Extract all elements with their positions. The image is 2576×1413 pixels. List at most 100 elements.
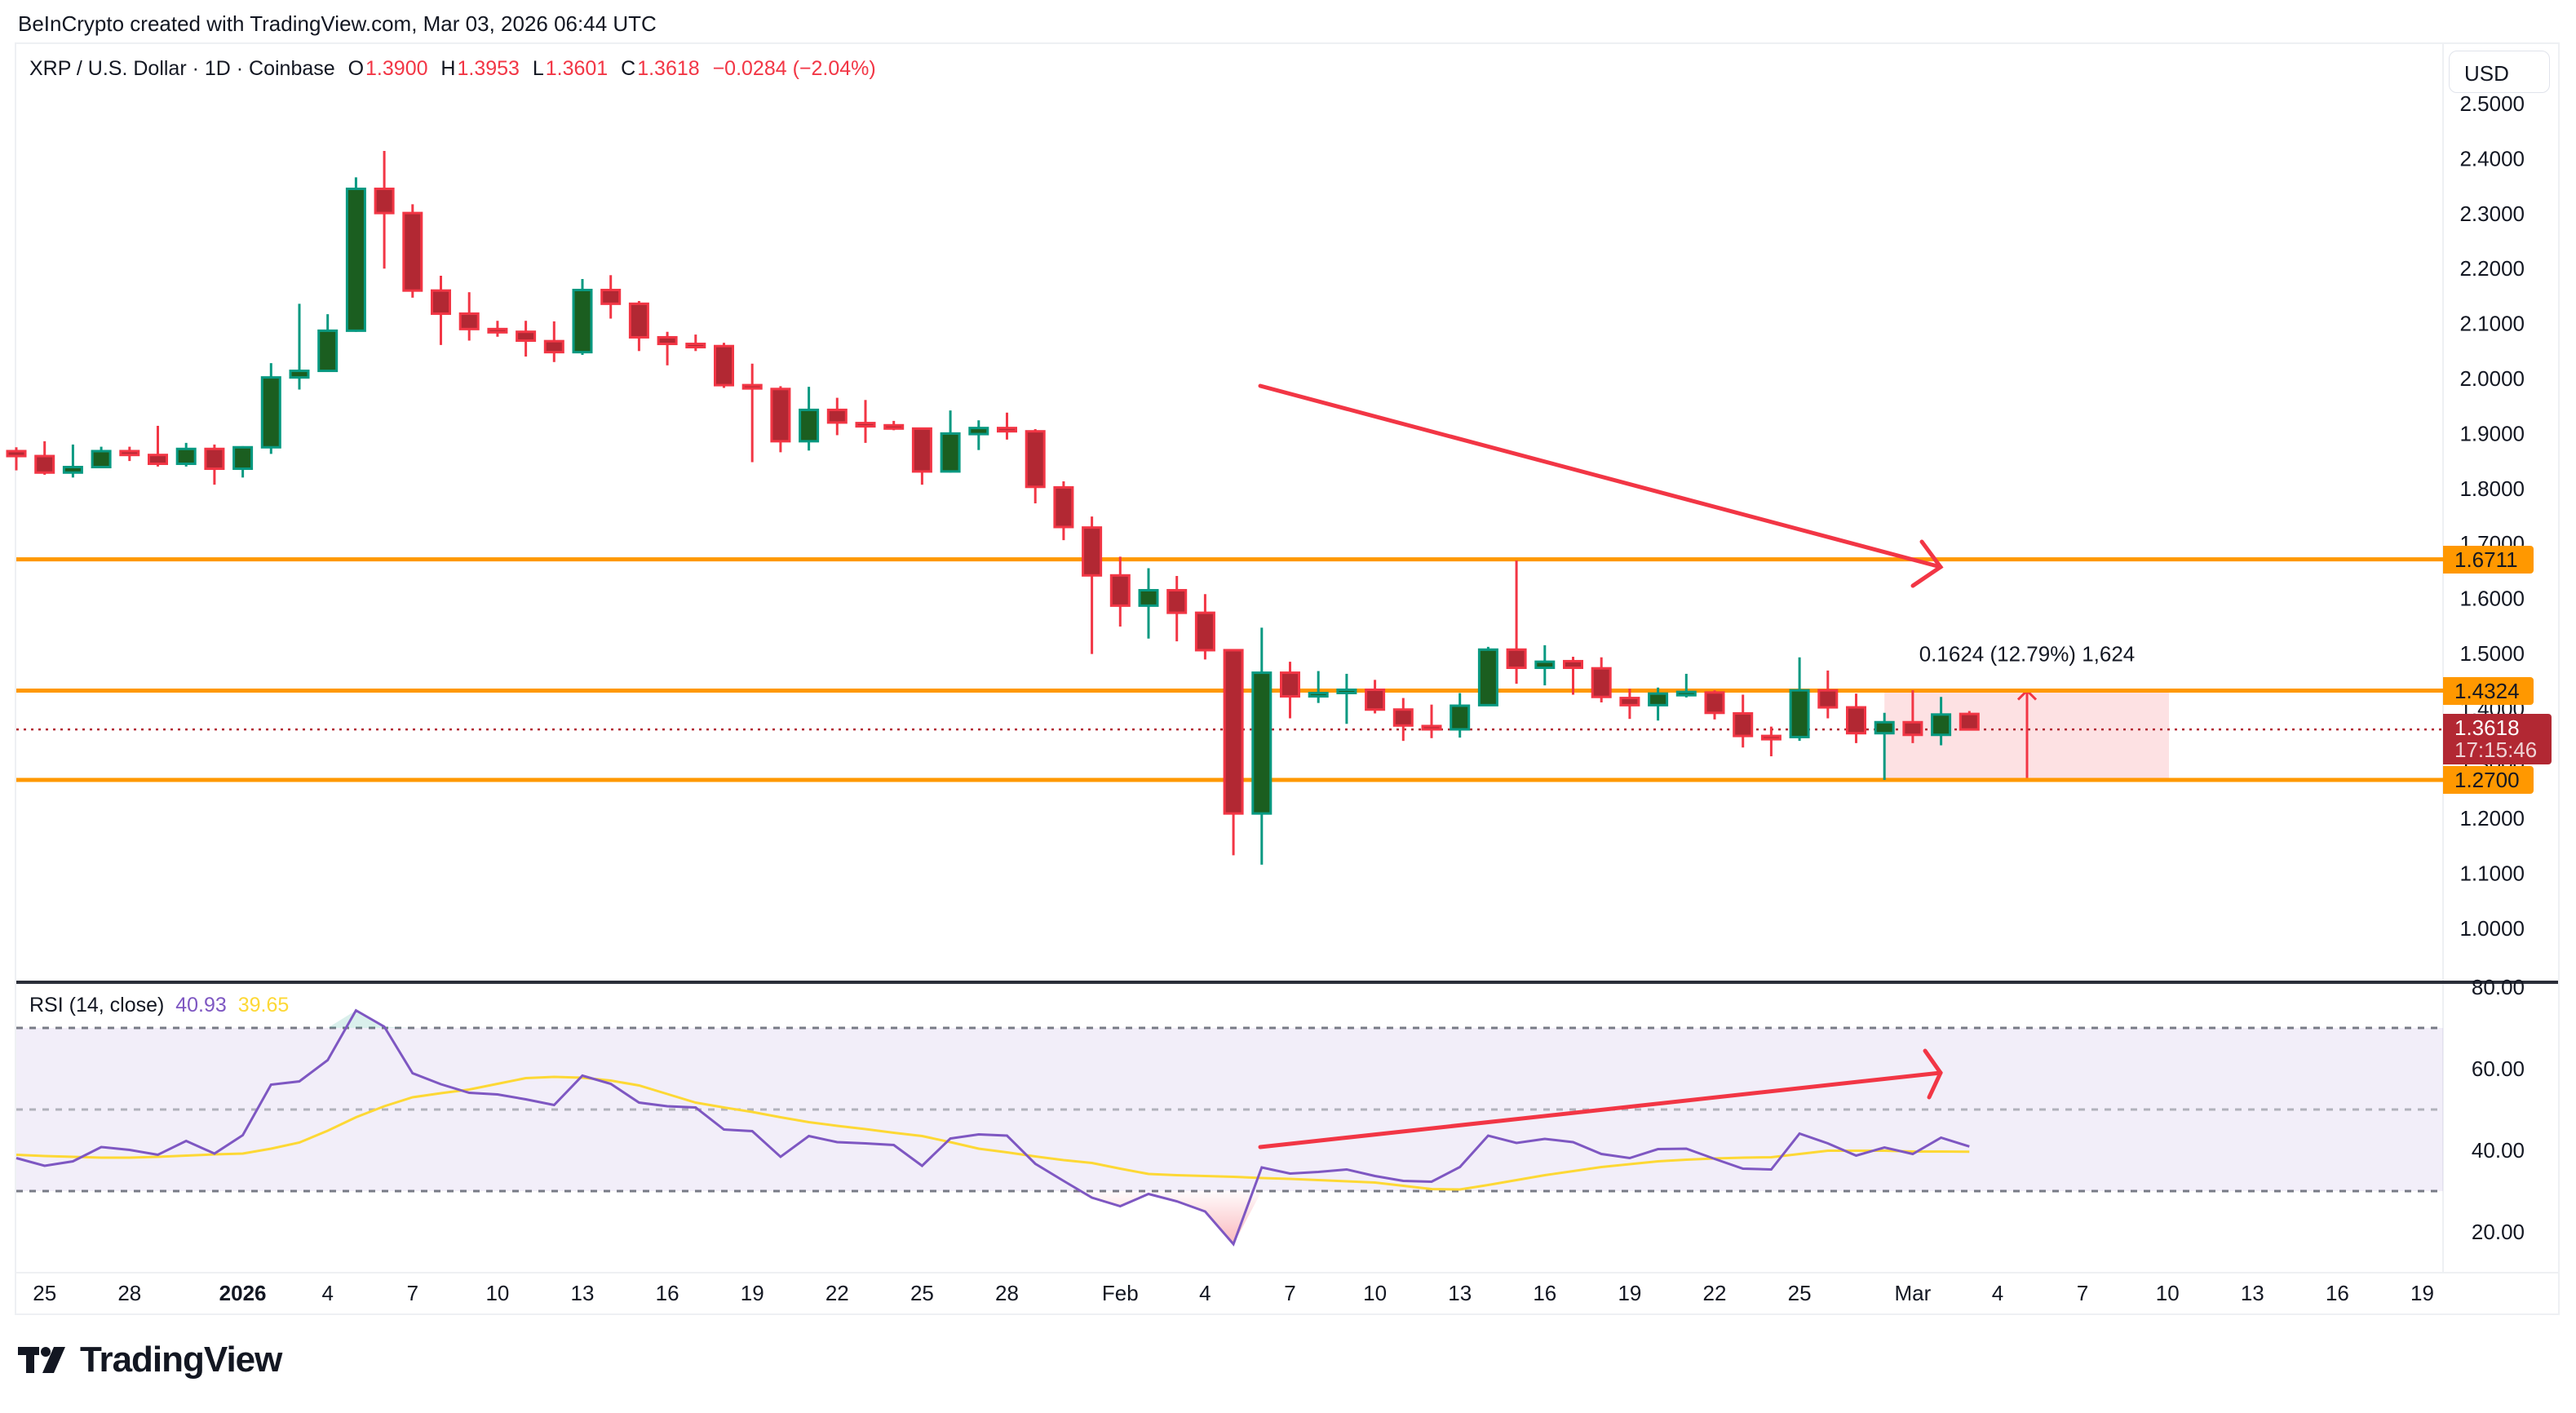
price-tick-label: 2.3000 <box>2459 202 2525 226</box>
time-tick-label: 25 <box>33 1281 56 1305</box>
rsi-ma-value: 39.65 <box>238 994 290 1017</box>
price-label: 1.6711 <box>2454 549 2534 571</box>
time-tick-label: 7 <box>2077 1281 2088 1305</box>
time-tick-label: 13 <box>571 1281 595 1305</box>
rsi-title: RSI (14, close) <box>29 994 164 1017</box>
price-tick-label: 2.4000 <box>2459 146 2525 171</box>
rsi-tick-label: 40.00 <box>2472 1138 2525 1163</box>
price-axis: 2.50002.40002.30002.20002.10002.00001.90… <box>2459 91 2525 941</box>
candle-body <box>319 330 337 370</box>
high-value: 1.3953 <box>457 57 519 80</box>
tradingview-logo[interactable]: TradingView <box>18 1340 281 1380</box>
candle-body <box>1309 693 1327 697</box>
candle-body <box>460 313 478 329</box>
currency-button[interactable]: USD <box>2449 51 2550 93</box>
candle-body <box>489 329 507 332</box>
close-label: C <box>621 57 635 80</box>
candle-up <box>1790 658 1808 741</box>
price-label: 1.3618 <box>2454 717 2552 739</box>
symbol-title: XRP / U.S. Dollar · 1D · Coinbase <box>29 57 335 80</box>
candle-body <box>1932 715 1950 735</box>
price-range-measure[interactable]: 0.1624 (12.79%) 1,624 <box>1884 642 2169 780</box>
candle-body <box>121 451 139 455</box>
candle-body <box>687 344 705 348</box>
candle-body <box>1536 662 1554 667</box>
candle-down <box>1960 711 1978 731</box>
candle-body <box>290 371 308 378</box>
open-label: O <box>348 57 364 80</box>
price-tick-label: 1.2000 <box>2459 806 2525 831</box>
rsi-value: 40.93 <box>175 994 227 1017</box>
candle-down <box>404 204 422 298</box>
candle-up <box>92 447 110 467</box>
time-tick-label: 16 <box>656 1281 679 1305</box>
candle-body <box>1140 590 1157 605</box>
level-price-tag: 1.2700 <box>2443 766 2534 794</box>
candle-down <box>998 413 1016 440</box>
candle-up <box>1338 674 1356 724</box>
candle-body <box>1281 673 1299 697</box>
candlestick-series <box>7 151 1978 865</box>
candle-body <box>772 389 790 441</box>
time-tick-label: Mar <box>1895 1281 1932 1305</box>
candle-body <box>630 303 648 337</box>
price-downtrend-arrow[interactable] <box>1260 386 1941 586</box>
candle-body <box>1848 707 1866 733</box>
candle-down <box>1848 693 1866 743</box>
candle-body <box>404 213 422 290</box>
candle-body <box>1253 673 1271 814</box>
candle-body <box>1168 590 1186 613</box>
logo-text: TradingView <box>80 1340 281 1380</box>
candle-body <box>1451 706 1469 729</box>
chart-canvas[interactable]: 2.50002.40002.30002.20002.10002.00001.90… <box>0 0 2576 1413</box>
time-tick-label: 10 <box>1363 1281 1387 1305</box>
candle-body <box>1338 689 1356 693</box>
candle-down <box>1281 662 1299 718</box>
candle-up <box>941 410 959 472</box>
high-label: H <box>440 57 455 80</box>
candle-down <box>1111 556 1129 627</box>
candle-up <box>1677 674 1695 698</box>
candle-down <box>772 386 790 452</box>
candle-down <box>1083 516 1101 654</box>
price-label: 1.2700 <box>2454 769 2534 791</box>
candle-down <box>489 321 507 337</box>
candle-body <box>1762 736 1780 739</box>
candle-up <box>319 314 337 372</box>
time-tick-label: 16 <box>1533 1281 1556 1305</box>
open-value: 1.3900 <box>365 57 427 80</box>
time-tick-label: 13 <box>1448 1281 1472 1305</box>
candle-down <box>460 292 478 340</box>
price-tick-label: 2.1000 <box>2459 312 2525 336</box>
candle-up <box>1309 671 1327 703</box>
price-label: 1.4324 <box>2454 680 2534 702</box>
candle-body <box>177 449 195 463</box>
candle-body <box>998 428 1016 432</box>
candle-body <box>1394 710 1412 726</box>
candle-up <box>1140 569 1157 639</box>
time-tick-label: 7 <box>1284 1281 1295 1305</box>
time-tick-label: 19 <box>741 1281 764 1305</box>
candle-body <box>206 449 224 468</box>
candle-up <box>1536 645 1554 685</box>
price-tick-label: 2.5000 <box>2459 91 2525 116</box>
candle-body <box>941 433 959 472</box>
time-tick-label: 4 <box>321 1281 333 1305</box>
symbol-legend[interactable]: XRP / U.S. Dollar · 1D · Coinbase O1.390… <box>29 57 878 81</box>
candle-down <box>687 334 705 351</box>
time-tick-label: 22 <box>825 1281 849 1305</box>
candle-down <box>1621 689 1639 719</box>
candle-body <box>92 451 110 467</box>
candle-up <box>177 443 195 467</box>
candle-body <box>1026 432 1044 487</box>
candle-up <box>64 445 82 477</box>
candle-body <box>1790 690 1808 737</box>
candle-up <box>1451 693 1469 738</box>
candle-up <box>290 303 308 389</box>
rsi-legend[interactable]: RSI (14, close) 40.93 39.65 <box>29 994 289 1017</box>
candle-down <box>1026 429 1044 503</box>
level-price-tag: 1.6711 <box>2443 546 2534 574</box>
price-tick-label: 1.1000 <box>2459 862 2525 886</box>
candle-body <box>1083 528 1101 576</box>
candle-body <box>1111 575 1129 605</box>
